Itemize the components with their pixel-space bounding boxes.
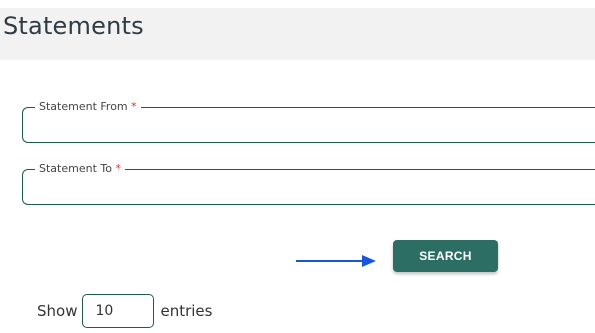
required-marker: * [131, 100, 137, 113]
page-title: Statements [3, 12, 144, 40]
entries-label: entries [160, 302, 213, 320]
statement-from-legend: Statement From * [35, 101, 141, 113]
page-header: Statements [0, 8, 595, 60]
arrow-right-icon [296, 255, 376, 267]
statement-from-field[interactable]: Statement From * [22, 101, 595, 143]
statement-from-label: Statement From [39, 100, 128, 113]
statement-to-legend: Statement To * [35, 163, 125, 175]
statement-from-input[interactable] [29, 119, 595, 136]
statement-to-label: Statement To [39, 162, 112, 175]
show-label: Show [37, 302, 78, 320]
show-entries-control: Show 10 entries [37, 293, 212, 329]
statement-to-field[interactable]: Statement To * [22, 163, 595, 205]
search-button[interactable]: SEARCH [393, 240, 498, 272]
required-marker: * [115, 162, 121, 175]
entries-select[interactable]: 10 [82, 294, 155, 328]
statement-to-input[interactable] [29, 181, 595, 198]
